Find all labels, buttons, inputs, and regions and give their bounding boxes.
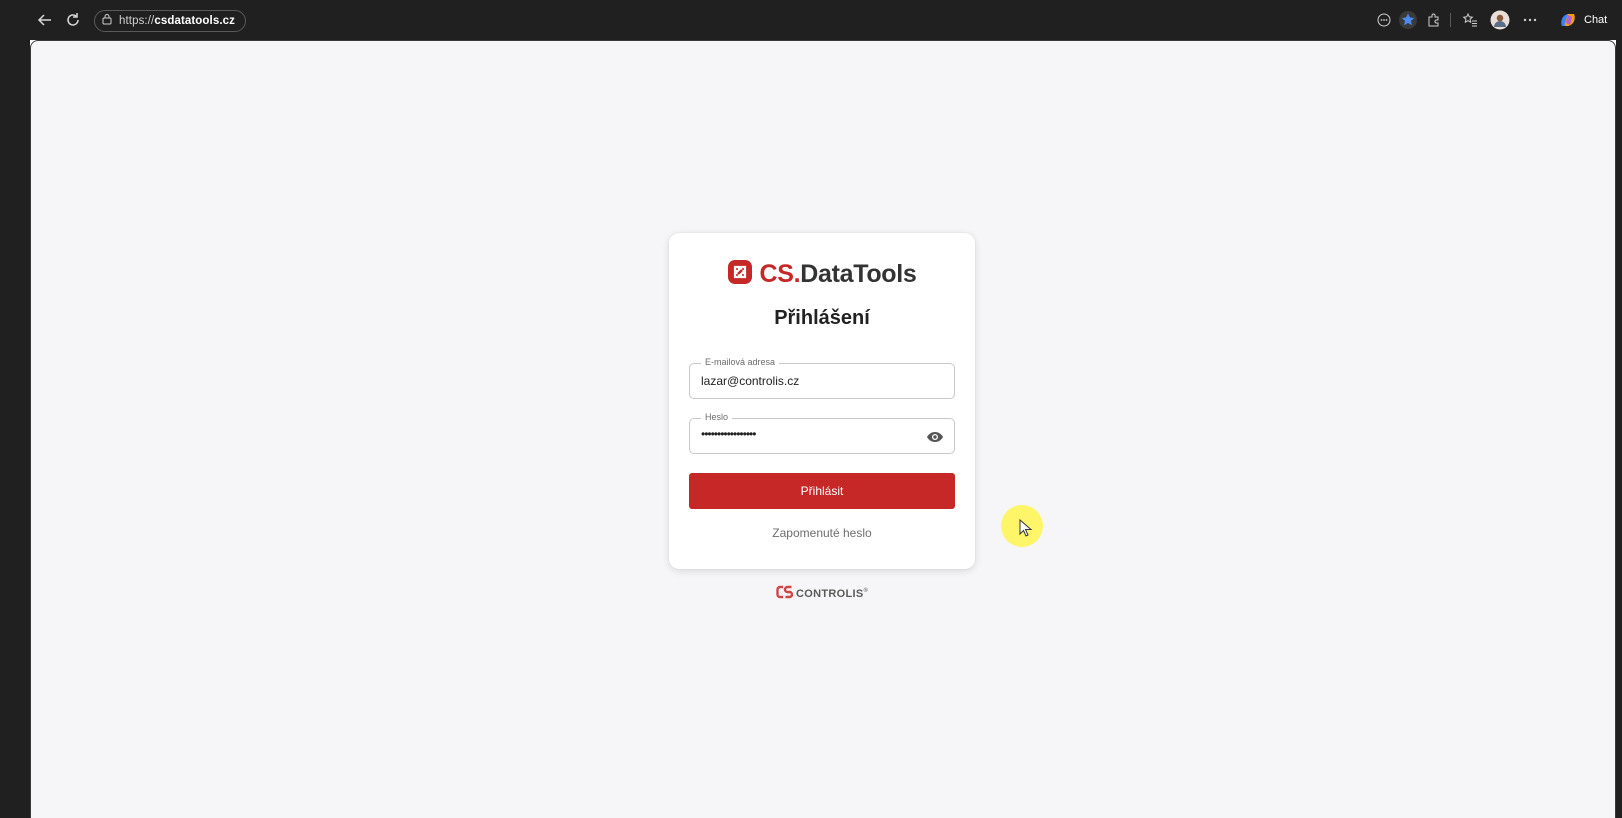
- brand-cs: CS.: [759, 259, 801, 288]
- password-value[interactable]: •••••••••••••••••: [701, 427, 756, 441]
- favorites-list-icon[interactable]: [1460, 10, 1480, 30]
- login-card: CS.DataTools Přihlášení E-mailová adresa…: [669, 233, 975, 569]
- favorite-star-icon[interactable]: [1398, 10, 1418, 30]
- password-label: Heslo: [701, 412, 733, 422]
- controlis-cs-icon: [776, 584, 794, 605]
- reading-mode-icon[interactable]: [1374, 10, 1394, 30]
- window-frame-left: [0, 40, 30, 818]
- copilot-icon[interactable]: [1558, 10, 1578, 30]
- email-value[interactable]: lazar@controlis.cz: [701, 374, 799, 388]
- browser-toolbar: https://csdatatools.cz Chat: [0, 0, 1622, 40]
- controlis-brand: CONTROLIS: [796, 588, 864, 600]
- chat-label[interactable]: Chat: [1584, 14, 1607, 26]
- window-frame-right: [1616, 40, 1622, 818]
- password-field[interactable]: Heslo •••••••••••••••••: [689, 412, 955, 454]
- url-prefix: https://: [119, 15, 155, 27]
- address-bar[interactable]: https://csdatatools.cz: [94, 10, 1364, 32]
- back-arrow-icon[interactable]: [34, 9, 56, 31]
- email-label: E-mailová adresa: [701, 357, 780, 367]
- more-icon[interactable]: [1520, 10, 1540, 30]
- datatools-logo-icon: [727, 259, 753, 290]
- extensions-icon[interactable]: [1424, 10, 1444, 30]
- forgot-password-link[interactable]: Zapomenuté heslo: [669, 526, 975, 540]
- registered-mark: ®: [863, 588, 869, 594]
- mouse-cursor-icon: [1019, 518, 1033, 537]
- controlis-text: CONTROLIS®: [796, 588, 868, 600]
- url-host: csdatatools.cz: [154, 15, 235, 27]
- url-text: https://csdatatools.cz: [119, 15, 235, 27]
- brand-datatools: DataTools: [800, 259, 917, 288]
- reload-icon[interactable]: [62, 9, 84, 31]
- login-button[interactable]: Přihlásit: [689, 473, 955, 509]
- page-title: Přihlášení: [774, 307, 870, 329]
- email-field[interactable]: E-mailová adresa lazar@controlis.cz: [689, 357, 955, 399]
- profile-avatar-icon[interactable]: [1490, 10, 1510, 30]
- url-pill[interactable]: https://csdatatools.cz: [94, 10, 246, 32]
- controlis-logo: CONTROLIS®: [776, 585, 868, 603]
- lock-icon[interactable]: [101, 12, 113, 30]
- toolbar-separator: [1450, 13, 1451, 27]
- brand-logo: CS.DataTools: [669, 259, 975, 289]
- show-password-eye-icon[interactable]: [926, 428, 944, 446]
